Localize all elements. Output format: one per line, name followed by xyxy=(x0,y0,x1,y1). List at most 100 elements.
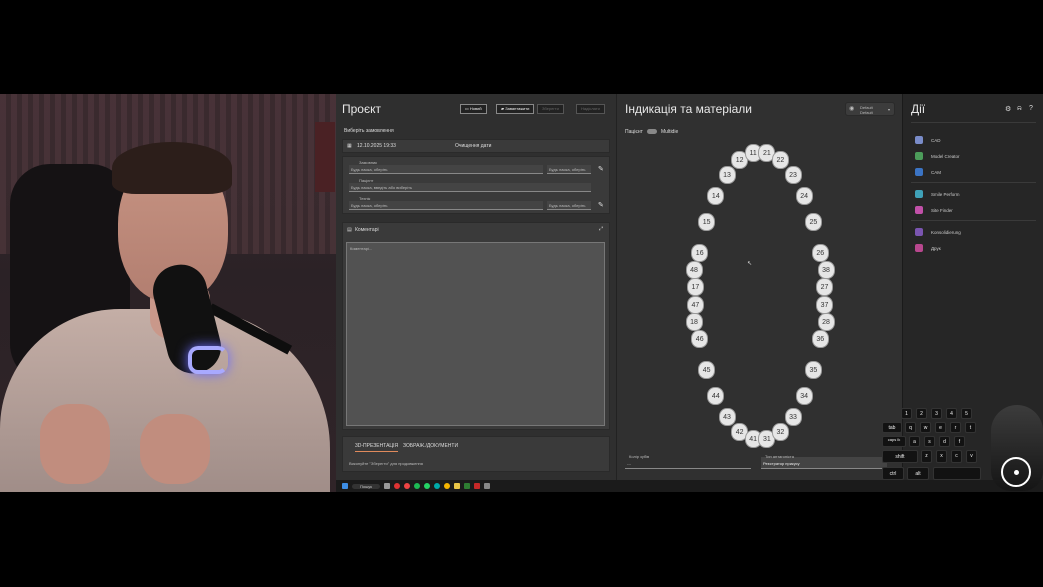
tooth-14[interactable]: 14 xyxy=(707,186,725,205)
actions-divider xyxy=(911,122,1036,123)
app-icon-2[interactable] xyxy=(404,483,411,489)
gear-icon[interactable]: ⚙ xyxy=(1005,105,1011,113)
explorer-icon[interactable] xyxy=(454,483,461,489)
tooth-22[interactable]: 22 xyxy=(771,151,789,170)
tab-3d-presentation[interactable]: 3D-ПРЕЗЕНТАЦІЯ xyxy=(355,443,399,452)
action-model-creator[interactable]: Model Creator xyxy=(915,152,960,160)
key-3: 3 xyxy=(931,408,942,419)
tooth-48[interactable]: 48 xyxy=(685,261,703,279)
tooth-46[interactable]: 46 xyxy=(691,330,709,349)
load-button[interactable]: ▰ Завантажити xyxy=(496,104,535,114)
start-icon[interactable] xyxy=(342,483,348,489)
key-1: 1 xyxy=(901,408,912,419)
action-print[interactable]: Друк xyxy=(915,244,941,252)
smile-perform-icon xyxy=(915,190,923,198)
keyboard-overlay: 1 2 3 4 5 tab q w e r t caps lk a s d f … xyxy=(879,405,1043,492)
tooth-26[interactable]: 26 xyxy=(811,243,829,262)
app-icon-1[interactable] xyxy=(394,483,401,489)
app-icon-6[interactable] xyxy=(484,483,491,489)
mouse-overlay xyxy=(991,405,1043,491)
tooth-38[interactable]: 38 xyxy=(817,261,835,279)
action-konsolidierung[interactable]: Konsolidierung xyxy=(915,228,961,236)
bell-icon[interactable]: ⍾ xyxy=(1017,105,1022,113)
help-icon[interactable]: ? xyxy=(1029,105,1033,112)
tooth-34[interactable]: 34 xyxy=(795,387,813,406)
tooth-35[interactable]: 35 xyxy=(804,360,822,379)
tooth-25[interactable]: 25 xyxy=(804,213,822,232)
tooth-16[interactable]: 16 xyxy=(691,243,709,262)
konsolidierung-icon xyxy=(915,228,923,236)
project-title: Проєкт xyxy=(342,102,381,116)
load-button-label: Завантажити xyxy=(505,106,530,111)
date-value: 12.10.2025 19:33 xyxy=(357,143,396,149)
antagonist-type-select[interactable]: Тип антагоніста Реєстратор прикусу xyxy=(761,454,887,469)
taskbar-search[interactable]: Пошук xyxy=(352,483,381,489)
technician-side-field[interactable]: Будь ласка, оберіть xyxy=(547,201,591,210)
app-icon-4[interactable] xyxy=(464,483,471,489)
customer-value: Будь ласка, оберіть xyxy=(351,167,388,172)
cad-icon xyxy=(915,136,923,144)
key-shift: shift xyxy=(882,450,918,463)
tooth-24[interactable]: 24 xyxy=(795,186,813,205)
patient-field[interactable]: Будь ласка, введіть або виберіть xyxy=(349,183,591,192)
tooth-44[interactable]: 44 xyxy=(707,387,725,406)
tooth-45[interactable]: 45 xyxy=(698,360,716,379)
technician-field[interactable]: Будь ласка, оберіть xyxy=(349,201,543,210)
tab-images-documents[interactable]: ЗОБРАЖ./ДОКУМЕНТИ xyxy=(403,443,458,449)
action-cam-label: CAM xyxy=(931,169,941,175)
tooth-18[interactable]: 18 xyxy=(685,313,703,331)
action-smile-perform[interactable]: Smile Perform xyxy=(915,190,960,198)
tooth-color-value: --- xyxy=(627,461,631,466)
tooth-47[interactable]: 47 xyxy=(686,296,704,315)
site-finder-icon xyxy=(915,206,923,214)
technician-side-value: Будь ласка, оберіть xyxy=(549,203,586,208)
clear-date-button[interactable]: Очищення дати xyxy=(455,143,491,149)
edit-technician-icon[interactable]: ✎ xyxy=(598,201,604,209)
tooth-15[interactable]: 15 xyxy=(698,213,716,232)
key-q: q xyxy=(905,422,916,433)
tooth-color-select[interactable]: Колір зубів --- xyxy=(625,454,751,469)
tooth-37[interactable]: 37 xyxy=(816,296,834,315)
tooth-43[interactable]: 43 xyxy=(718,408,736,427)
comments-title: Коментарі xyxy=(355,227,379,233)
status-line: Виконуйте "Зберегти" для продовження xyxy=(349,461,423,466)
task-view-icon[interactable] xyxy=(384,483,391,489)
new-button[interactable]: ▭ Новий xyxy=(460,104,487,114)
webcam-feed xyxy=(0,94,336,492)
person-hair xyxy=(112,142,232,194)
whatsapp-icon[interactable] xyxy=(424,483,431,489)
expand-icon[interactable]: ⤢ xyxy=(599,226,603,232)
tooth-17[interactable]: 17 xyxy=(686,277,704,296)
select-case-link[interactable]: Виберіть замовлення xyxy=(344,128,394,134)
chrome-icon[interactable] xyxy=(444,483,451,489)
key-alt: alt xyxy=(907,467,929,480)
customer-field[interactable]: Будь ласка, оберіть xyxy=(349,165,543,174)
action-cad[interactable]: CAD xyxy=(915,136,941,144)
app-icon-5[interactable] xyxy=(474,483,481,489)
edit-customer-icon[interactable]: ✎ xyxy=(598,165,604,173)
key-e: e xyxy=(935,422,946,433)
comments-textarea[interactable]: Коментарі... xyxy=(346,242,605,426)
send-button[interactable]: Надіслати xyxy=(576,104,605,114)
key-f: f xyxy=(954,436,965,447)
send-button-label: Надіслати xyxy=(581,106,600,111)
tooth-32[interactable]: 32 xyxy=(771,422,789,441)
printer-icon xyxy=(915,244,923,252)
mouse-click-ring xyxy=(1001,457,1031,487)
spotify-icon[interactable] xyxy=(414,483,421,489)
tooth-23[interactable]: 23 xyxy=(784,165,802,184)
tooth-13[interactable]: 13 xyxy=(718,165,736,184)
right-hand xyxy=(140,414,210,484)
customer-side-field[interactable]: Будь ласка, оберіть xyxy=(547,165,591,174)
action-site-finder[interactable]: Site Finder xyxy=(915,206,953,214)
save-button[interactable]: Зберегти xyxy=(537,104,564,114)
key-5: 5 xyxy=(961,408,972,419)
tooth-33[interactable]: 33 xyxy=(784,408,802,427)
tooth-28[interactable]: 28 xyxy=(817,313,835,331)
tooth-27[interactable]: 27 xyxy=(816,277,834,296)
tooth-36[interactable]: 36 xyxy=(811,330,829,349)
actions-divider-2 xyxy=(911,182,1036,183)
action-cam[interactable]: CAM xyxy=(915,168,941,176)
mic-led-ring xyxy=(188,346,228,374)
app-icon-3[interactable] xyxy=(434,483,441,489)
